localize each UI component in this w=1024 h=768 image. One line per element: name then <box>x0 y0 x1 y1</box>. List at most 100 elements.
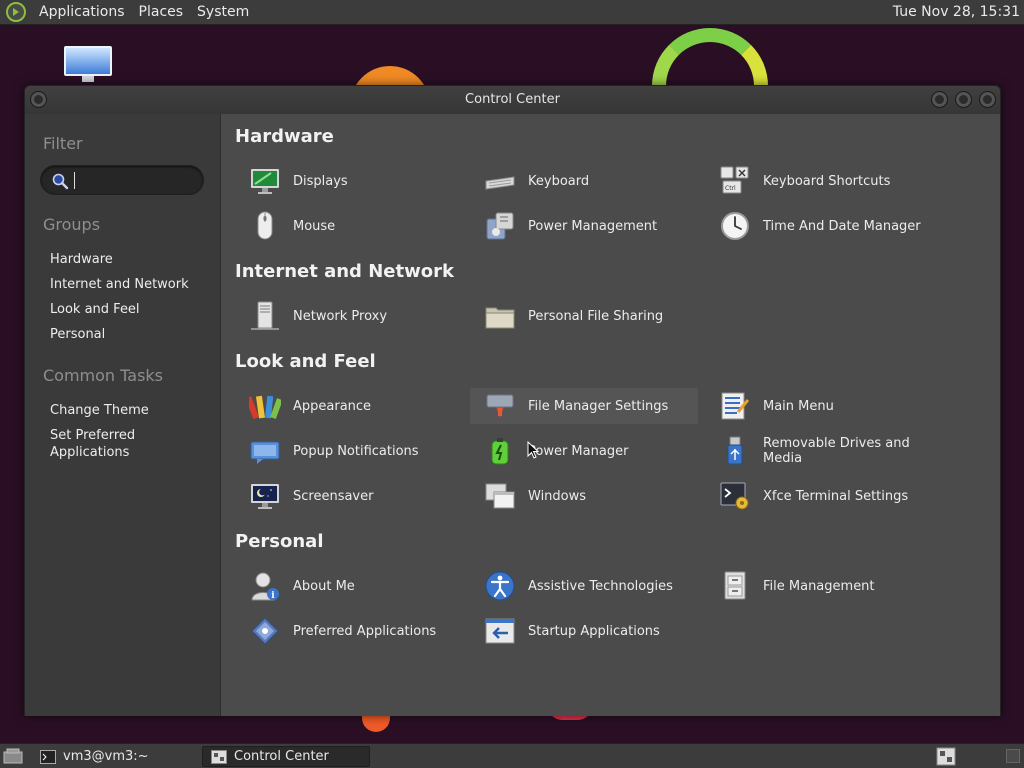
item-label: Popup Notifications <box>293 443 419 459</box>
windows-icon <box>484 480 516 512</box>
mouse-cursor-icon <box>527 441 539 459</box>
task-link-set-preferred-applications[interactable]: Set Preferred Applications <box>50 427 210 461</box>
taskbar-item-label: vm3@vm3:~ <box>63 749 149 764</box>
item-label: Personal File Sharing <box>528 308 664 324</box>
item-label: Keyboard <box>528 173 590 189</box>
item-screensaver[interactable]: Screensaver <box>235 478 463 514</box>
text-caret <box>74 172 75 189</box>
group-link-hardware[interactable]: Hardware <box>50 251 210 268</box>
menu-applications[interactable]: Applications <box>32 4 132 20</box>
task-link-change-theme[interactable]: Change Theme <box>50 402 210 419</box>
power-management-icon <box>484 210 516 242</box>
workspace-switcher[interactable] <box>1006 749 1020 763</box>
item-keyboard[interactable]: Keyboard <box>470 163 698 199</box>
item-displays[interactable]: Displays <box>235 163 463 199</box>
menu-system[interactable]: System <box>190 4 256 20</box>
terminal-icon <box>40 749 56 764</box>
item-personal-file-sharing[interactable]: Personal File Sharing <box>470 298 698 334</box>
item-popup-notifications[interactable]: Popup Notifications <box>235 433 463 469</box>
item-label: File Management <box>763 578 875 594</box>
item-label: Main Menu <box>763 398 834 414</box>
window-title: Control Center <box>465 92 560 107</box>
appearance-icon <box>249 390 281 422</box>
item-label: Preferred Applications <box>293 623 437 639</box>
item-appearance[interactable]: Appearance <box>235 388 463 424</box>
item-startup-applications[interactable]: Startup Applications <box>470 613 698 649</box>
preferred-apps-icon <box>249 615 281 647</box>
item-file-manager-settings[interactable]: File Manager Settings <box>470 388 698 424</box>
item-label: Network Proxy <box>293 308 388 324</box>
group-link-internet-and-network[interactable]: Internet and Network <box>50 276 210 293</box>
item-label: Removable Drives and Media <box>763 436 910 466</box>
window-titlebar[interactable]: Control Center <box>25 86 1000 114</box>
battery-icon <box>484 435 516 467</box>
item-label: About Me <box>293 578 355 594</box>
section-title-hardware: Hardware <box>235 126 334 147</box>
distro-logo-icon[interactable] <box>6 2 26 22</box>
taskbar-item-label: Control Center <box>234 749 329 764</box>
close-button[interactable] <box>979 91 996 108</box>
item-windows[interactable]: Windows <box>470 478 698 514</box>
item-mouse[interactable]: Mouse <box>235 208 463 244</box>
keyboard-shortcuts-icon: Ctrl <box>719 165 751 197</box>
clock-icon <box>719 210 751 242</box>
group-link-personal[interactable]: Personal <box>50 326 210 343</box>
terminal-settings-icon <box>719 480 751 512</box>
taskbar-item-terminal[interactable]: vm3@vm3:~ <box>32 746 200 767</box>
mouse-icon <box>249 210 281 242</box>
main-menu-icon <box>719 390 751 422</box>
content-area: Hardware Displays Keyboard Ctrl Keyboard… <box>220 114 1000 716</box>
item-label: Screensaver <box>293 488 374 504</box>
user-info-icon: i <box>249 570 281 602</box>
section-title-internet-and-network: Internet and Network <box>235 261 454 282</box>
control-center-window: Control Center Filter Groups Hardware In… <box>24 85 1001 716</box>
control-center-icon <box>211 749 227 764</box>
item-about-me[interactable]: i About Me <box>235 568 463 604</box>
item-keyboard-shortcuts[interactable]: Ctrl Keyboard Shortcuts <box>705 163 933 199</box>
folder-share-icon <box>484 300 516 332</box>
item-label: Appearance <box>293 398 372 414</box>
item-label: Displays <box>293 173 348 189</box>
item-removable-drives-and-media[interactable]: Removable Drives and Media <box>705 433 933 469</box>
item-label: File Manager Settings <box>528 398 669 414</box>
filter-input[interactable] <box>77 169 197 191</box>
item-label: Time And Date Manager <box>763 218 921 234</box>
sidebar: Filter Groups Hardware Internet and Netw… <box>25 114 220 716</box>
taskbar-item-control-center[interactable]: Control Center <box>202 746 370 767</box>
item-main-menu[interactable]: Main Menu <box>705 388 933 424</box>
item-label: Startup Applications <box>528 623 660 639</box>
computer-desktop-icon[interactable] <box>64 46 112 84</box>
item-label: Keyboard Shortcuts <box>763 173 891 189</box>
notification-icon <box>249 435 281 467</box>
minimize-button[interactable] <box>931 91 948 108</box>
item-preferred-applications[interactable]: Preferred Applications <box>235 613 463 649</box>
svg-text:Ctrl: Ctrl <box>725 185 736 192</box>
item-xfce-terminal-settings[interactable]: Xfce Terminal Settings <box>705 478 933 514</box>
filter-heading: Filter <box>43 134 83 153</box>
item-file-management[interactable]: File Management <box>705 568 933 604</box>
group-link-look-and-feel[interactable]: Look and Feel <box>50 301 210 318</box>
item-network-proxy[interactable]: Network Proxy <box>235 298 463 334</box>
tray-control-center-icon[interactable] <box>936 747 956 766</box>
display-icon <box>249 165 281 197</box>
filter-search-box[interactable] <box>40 165 204 195</box>
bottom-panel: vm3@vm3:~ Control Center <box>0 743 1024 768</box>
item-label: Power Management <box>528 218 658 234</box>
item-power-manager[interactable]: Power Manager <box>470 433 698 469</box>
item-time-and-date-manager[interactable]: Time And Date Manager <box>705 208 933 244</box>
common-tasks-heading: Common Tasks <box>43 366 164 385</box>
top-panel: Applications Places System Tue Nov 28, 1… <box>0 0 1024 25</box>
show-desktop-icon[interactable] <box>3 748 23 764</box>
clock[interactable]: Tue Nov 28, 15:31 <box>893 4 1020 20</box>
maximize-button[interactable] <box>955 91 972 108</box>
item-power-management[interactable]: Power Management <box>470 208 698 244</box>
keyboard-icon <box>484 165 516 197</box>
startup-apps-icon <box>484 615 516 647</box>
item-label: Xfce Terminal Settings <box>763 488 909 504</box>
section-title-look-and-feel: Look and Feel <box>235 351 376 372</box>
menu-places[interactable]: Places <box>132 4 191 20</box>
item-assistive-technologies[interactable]: Assistive Technologies <box>470 568 698 604</box>
item-label: Windows <box>528 488 587 504</box>
file-manager-icon <box>484 390 516 422</box>
window-menu-button[interactable] <box>30 91 47 108</box>
